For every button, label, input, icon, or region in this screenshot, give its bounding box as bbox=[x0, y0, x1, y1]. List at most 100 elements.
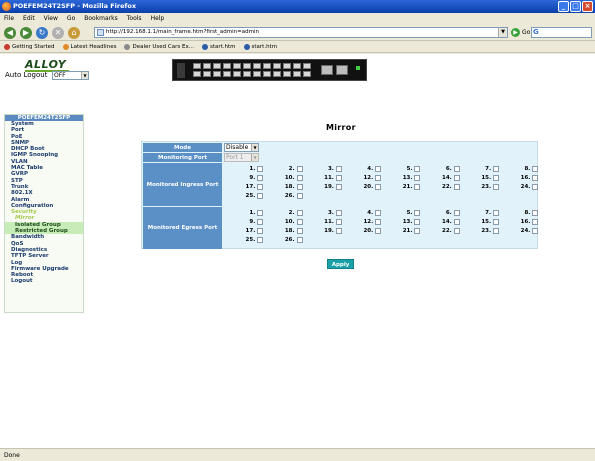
port-number-label: 16. bbox=[520, 218, 531, 225]
bookmark-start-2[interactable]: start.htm bbox=[243, 42, 277, 52]
port-number-label: 19. bbox=[324, 227, 334, 234]
menu-help[interactable]: Help bbox=[151, 13, 165, 24]
egress-port-20: 20. bbox=[342, 226, 382, 235]
sidebar: POEFEM24T2SFP System Port PoE SNMP DHCP … bbox=[4, 114, 84, 313]
egress-port-checkbox[interactable] bbox=[532, 218, 539, 225]
switch-device-image bbox=[172, 59, 367, 81]
ingress-port-checkbox[interactable] bbox=[296, 192, 303, 199]
ingress-port-20: 20. bbox=[342, 182, 382, 191]
port-number-label: 7. bbox=[485, 209, 492, 216]
bookmark-start-1[interactable]: start.htm bbox=[201, 42, 236, 52]
ingress-port-checkbox[interactable] bbox=[532, 174, 539, 181]
home-icon[interactable]: ⌂ bbox=[68, 27, 80, 39]
close-button[interactable]: × bbox=[582, 1, 593, 12]
page-content: ALLOY Auto Logout OFF ▼ POEFEM24T2SFP Sy… bbox=[0, 54, 595, 448]
bookmark-dealer-used-cars[interactable]: Dealer Used Cars Ex... bbox=[124, 42, 194, 52]
device-port-grid bbox=[193, 63, 311, 77]
port-number-label: 1. bbox=[249, 209, 256, 216]
bookmarks-toolbar: Getting Started Latest Headlines Dealer … bbox=[0, 42, 595, 53]
egress-port-19: 19. bbox=[303, 226, 342, 235]
menu-go[interactable]: Go bbox=[67, 13, 75, 24]
port-number-label: 1. bbox=[249, 165, 256, 172]
ingress-port-10: 10. bbox=[263, 173, 303, 182]
ingress-port-6: 6. bbox=[420, 164, 460, 173]
menu-tools[interactable]: Tools bbox=[127, 13, 142, 24]
menu-bookmarks[interactable]: Bookmarks bbox=[84, 13, 118, 24]
url-bar[interactable]: http://192.168.1.1/main_frame.htm?first_… bbox=[94, 27, 508, 38]
stop-icon[interactable]: ✕ bbox=[52, 27, 64, 39]
egress-port-3: 3. bbox=[303, 208, 342, 217]
egress-port-5: 5. bbox=[381, 208, 421, 217]
ingress-port-checkbox[interactable] bbox=[532, 183, 539, 190]
auto-logout-select[interactable]: OFF ▼ bbox=[52, 71, 89, 80]
port-number-label: 17. bbox=[245, 183, 256, 190]
go-icon: ▶ bbox=[511, 28, 520, 37]
apply-button[interactable]: Apply bbox=[327, 259, 354, 269]
egress-port-checkbox[interactable] bbox=[296, 236, 303, 243]
egress-port-16: 16. bbox=[499, 217, 539, 226]
port-number-label: 5. bbox=[406, 165, 413, 172]
back-icon[interactable]: ◀ bbox=[4, 27, 16, 39]
port-number-label: 23. bbox=[481, 183, 492, 190]
device-port bbox=[203, 63, 211, 69]
url-dropdown-icon[interactable]: ▼ bbox=[498, 28, 507, 37]
port-number-label: 13. bbox=[402, 218, 413, 225]
port-number-label: 25. bbox=[245, 192, 256, 199]
maximize-button[interactable]: □ bbox=[570, 1, 581, 12]
port-number-label: 8. bbox=[524, 165, 531, 172]
menu-edit[interactable]: Edit bbox=[23, 13, 35, 24]
port-number-label: 14. bbox=[442, 218, 452, 225]
device-port bbox=[223, 63, 231, 69]
bookmark-getting-started[interactable]: Getting Started bbox=[4, 42, 55, 52]
forward-icon[interactable]: ▶ bbox=[20, 27, 32, 39]
port-number-label: 19. bbox=[324, 183, 334, 190]
port-number-label: 18. bbox=[284, 227, 295, 234]
status-text: Done bbox=[4, 452, 20, 459]
port-number-label: 5. bbox=[406, 209, 413, 216]
go-button[interactable]: ▶ Go bbox=[511, 27, 530, 38]
ingress-port-11: 11. bbox=[303, 173, 342, 182]
auto-logout-value: OFF bbox=[54, 72, 66, 79]
egress-port-25: 25. bbox=[224, 235, 264, 244]
sidebar-item-logout[interactable]: Logout bbox=[5, 278, 83, 284]
bookmark-latest-headlines[interactable]: Latest Headlines bbox=[62, 42, 116, 52]
menu-file[interactable]: File bbox=[4, 13, 14, 24]
port-number-label: 11. bbox=[324, 218, 334, 225]
port-number-label: 26. bbox=[284, 192, 295, 199]
minimize-button[interactable]: _ bbox=[558, 1, 569, 12]
port-number-label: 2. bbox=[288, 209, 295, 216]
window-titlebar: POEFEM24T2SFP - Mozilla Firefox _ □ × bbox=[0, 0, 595, 13]
page-icon bbox=[124, 44, 131, 50]
egress-port-9: 9. bbox=[224, 217, 264, 226]
device-port bbox=[293, 71, 301, 77]
mode-select[interactable]: Disable ▼ bbox=[224, 143, 259, 152]
reload-icon[interactable]: ↻ bbox=[36, 27, 48, 39]
egress-port-11: 11. bbox=[303, 217, 342, 226]
ingress-port-checkbox[interactable] bbox=[532, 165, 539, 172]
port-number-label: 15. bbox=[481, 174, 492, 181]
menu-bar: File Edit View Go Bookmarks Tools Help bbox=[0, 13, 595, 24]
ingress-port-19: 19. bbox=[303, 182, 342, 191]
globe-icon bbox=[201, 44, 208, 50]
ingress-port-16: 16. bbox=[499, 173, 539, 182]
egress-port-18: 18. bbox=[263, 226, 303, 235]
ingress-port-4: 4. bbox=[342, 164, 382, 173]
ingress-port-1: 1. bbox=[224, 164, 264, 173]
monitoring-port-select[interactable]: Port 1 ▼ bbox=[224, 153, 259, 162]
search-input[interactable]: G bbox=[531, 27, 592, 38]
port-number-label: 26. bbox=[284, 236, 295, 243]
port-number-label: 22. bbox=[442, 183, 452, 190]
egress-port-23: 23. bbox=[460, 226, 500, 235]
port-number-label: 11. bbox=[324, 174, 334, 181]
egress-port-26: 26. bbox=[263, 235, 303, 244]
status-bar: Done bbox=[0, 448, 595, 461]
egress-port-checkbox[interactable] bbox=[532, 227, 539, 234]
globe-icon bbox=[243, 44, 250, 50]
menu-view[interactable]: View bbox=[44, 13, 58, 24]
ingress-port-2: 2. bbox=[263, 164, 303, 173]
ingress-port-21: 21. bbox=[381, 182, 421, 191]
egress-port-12: 12. bbox=[342, 217, 382, 226]
device-port bbox=[223, 71, 231, 77]
egress-port-checkbox[interactable] bbox=[532, 209, 539, 216]
port-number-label: 17. bbox=[245, 227, 256, 234]
